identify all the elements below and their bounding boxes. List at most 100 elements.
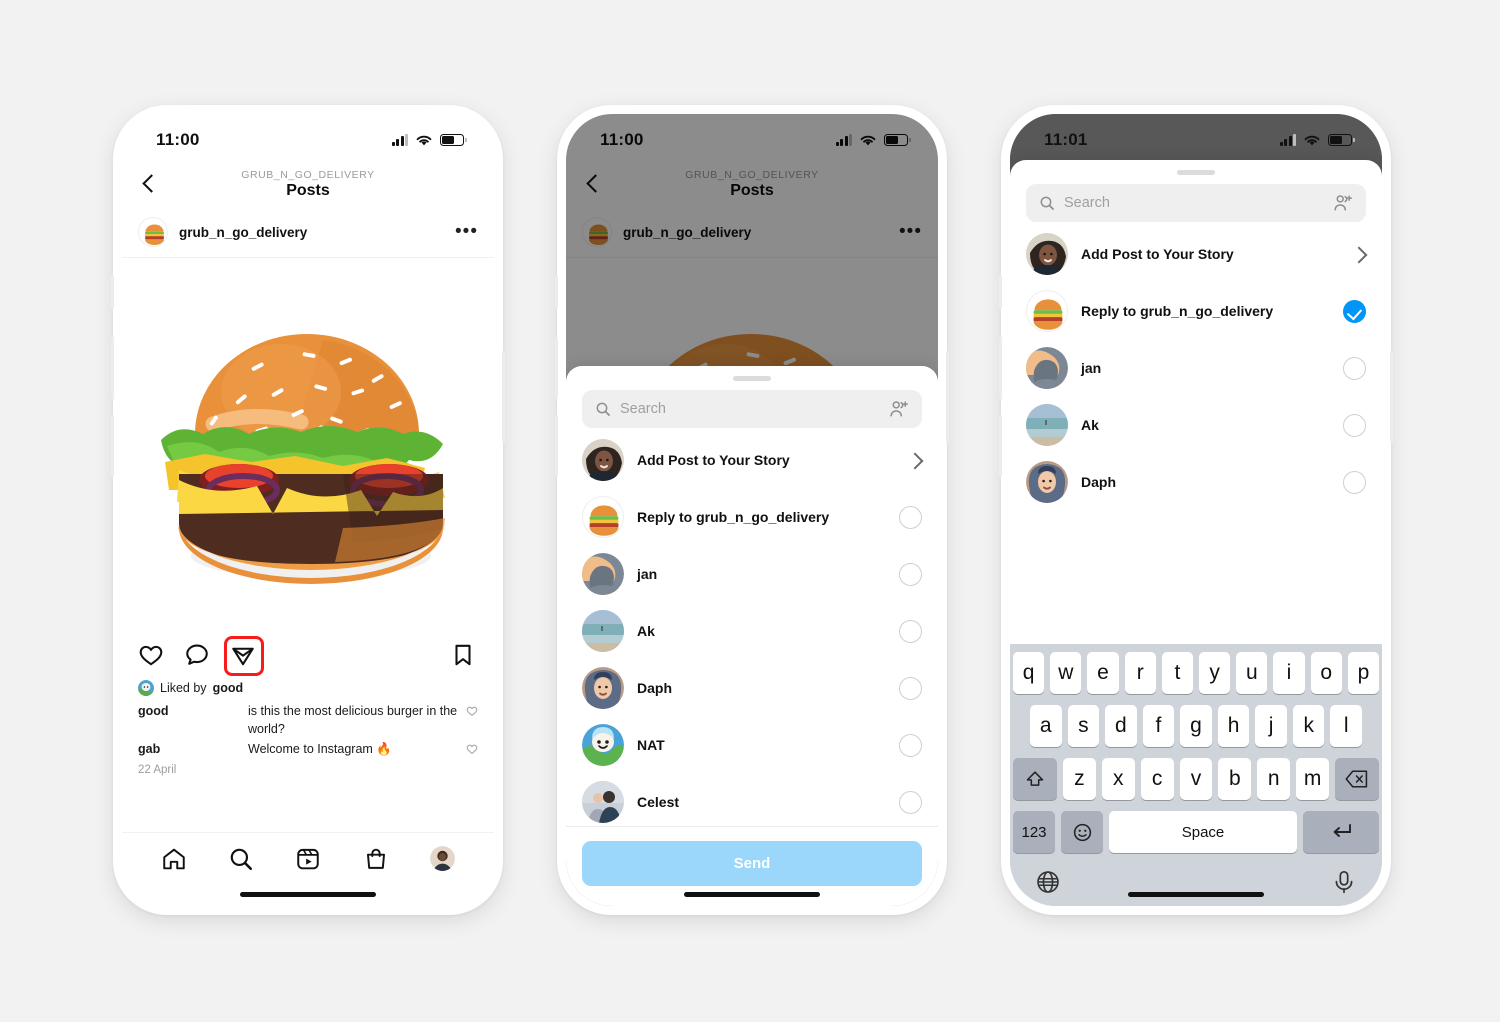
key-v[interactable]: v — [1179, 758, 1213, 800]
list-item[interactable]: Ak — [1010, 397, 1382, 454]
list-item[interactable]: Add Post to Your Story — [566, 432, 938, 489]
send-button[interactable]: Send — [582, 841, 922, 886]
list-item[interactable]: jan — [566, 546, 938, 603]
phone-power-button[interactable] — [946, 351, 949, 443]
liked-by-user[interactable]: good — [213, 681, 244, 695]
phone-volume-up-button[interactable] — [111, 337, 114, 399]
heart-icon[interactable] — [138, 642, 166, 670]
list-item[interactable]: Ak — [566, 603, 938, 660]
key-h[interactable]: h — [1217, 705, 1250, 747]
key-g[interactable]: g — [1180, 705, 1212, 747]
phone-mute-switch[interactable] — [999, 275, 1002, 309]
share-paper-plane-icon[interactable] — [224, 636, 264, 676]
phone-volume-up-button[interactable] — [555, 337, 558, 399]
shop-icon[interactable] — [363, 846, 389, 872]
select-radio[interactable] — [899, 562, 922, 586]
back-chevron-icon[interactable] — [138, 173, 160, 195]
list-item[interactable]: Celest — [566, 774, 938, 827]
key-x[interactable]: x — [1101, 758, 1135, 800]
select-radio[interactable] — [899, 619, 922, 643]
home-icon[interactable] — [161, 846, 187, 872]
microphone-icon[interactable] — [1331, 869, 1357, 895]
key-n[interactable]: n — [1257, 758, 1291, 800]
key-u[interactable]: u — [1236, 652, 1268, 694]
phone-mute-switch[interactable] — [555, 275, 558, 309]
key-o[interactable]: o — [1310, 652, 1342, 694]
beach-photo-avatar — [582, 610, 624, 652]
reels-icon[interactable] — [295, 846, 321, 872]
backspace-icon[interactable] — [1335, 758, 1380, 800]
shift-arrow-icon[interactable] — [1013, 758, 1057, 800]
select-radio[interactable] — [1343, 413, 1366, 437]
search-input[interactable] — [620, 400, 880, 417]
phone-volume-down-button[interactable] — [555, 415, 558, 477]
select-radio[interactable] — [1343, 470, 1366, 494]
phone-mute-switch[interactable] — [111, 275, 114, 309]
redaction-block — [679, 797, 696, 808]
numbers-key[interactable]: 123 — [1013, 811, 1055, 853]
key-w[interactable]: w — [1050, 652, 1082, 694]
key-l[interactable]: l — [1330, 705, 1363, 747]
add-people-icon[interactable] — [1333, 194, 1353, 212]
select-radio-selected[interactable] — [1343, 299, 1366, 323]
globe-icon[interactable] — [1035, 869, 1061, 895]
chevron-right-icon[interactable] — [907, 453, 922, 468]
return-arrow-icon[interactable] — [1303, 811, 1379, 853]
key-z[interactable]: z — [1063, 758, 1096, 800]
profile-avatar[interactable] — [430, 846, 456, 871]
key-i[interactable]: i — [1273, 652, 1305, 694]
search-bar[interactable] — [582, 389, 922, 428]
list-item[interactable]: Reply to grub_n_go_delivery — [566, 489, 938, 546]
search-icon[interactable] — [228, 846, 254, 872]
key-j[interactable]: j — [1255, 705, 1287, 747]
key-b[interactable]: b — [1218, 758, 1252, 800]
key-c[interactable]: c — [1140, 758, 1174, 800]
select-radio[interactable] — [899, 790, 922, 814]
key-p[interactable]: p — [1347, 652, 1380, 694]
phone-volume-down-button[interactable] — [111, 415, 114, 477]
emoji-smiley-icon[interactable] — [1061, 811, 1103, 853]
select-radio[interactable] — [899, 505, 922, 529]
add-people-icon[interactable] — [889, 400, 909, 418]
list-item[interactable]: Reply to grub_n_go_delivery — [1010, 283, 1382, 340]
search-bar[interactable] — [1026, 183, 1366, 222]
phone-power-button[interactable] — [502, 351, 505, 443]
key-r[interactable]: r — [1124, 652, 1156, 694]
heart-icon[interactable] — [466, 743, 478, 755]
key-d[interactable]: d — [1105, 705, 1137, 747]
sheet-drag-handle[interactable] — [1177, 170, 1215, 175]
select-radio[interactable] — [899, 676, 922, 700]
list-item[interactable]: Add Post to Your Story — [1010, 226, 1382, 283]
list-item[interactable]: NAT — [566, 717, 938, 774]
key-e[interactable]: e — [1087, 652, 1119, 694]
list-item[interactable]: Daph — [566, 660, 938, 717]
chevron-right-icon[interactable] — [1351, 247, 1366, 262]
phone-volume-up-button[interactable] — [999, 337, 1002, 399]
comment-username[interactable]: good — [138, 702, 244, 720]
post-author-row[interactable]: grub_n_go_delivery ••• — [122, 208, 494, 258]
search-input[interactable] — [1064, 194, 1324, 211]
list-item[interactable]: jan — [1010, 340, 1382, 397]
more-options-icon[interactable]: ••• — [455, 222, 478, 241]
bookmark-icon[interactable] — [450, 642, 478, 670]
comment-username[interactable]: gab — [138, 740, 244, 758]
space-key[interactable]: Space — [1109, 811, 1297, 853]
key-y[interactable]: y — [1199, 652, 1231, 694]
key-f[interactable]: f — [1142, 705, 1175, 747]
select-radio[interactable] — [899, 733, 922, 757]
redaction-block — [1101, 363, 1128, 374]
list-item: gab Welcome to Instagram 🔥 — [138, 739, 478, 759]
key-k[interactable]: k — [1292, 705, 1325, 747]
key-a[interactable]: a — [1029, 705, 1062, 747]
select-radio[interactable] — [1343, 356, 1366, 380]
phone-volume-down-button[interactable] — [999, 415, 1002, 477]
key-t[interactable]: t — [1161, 652, 1193, 694]
sheet-drag-handle[interactable] — [733, 376, 771, 381]
key-s[interactable]: s — [1067, 705, 1100, 747]
comment-bubble-icon[interactable] — [184, 642, 212, 670]
key-q[interactable]: q — [1012, 652, 1045, 694]
heart-icon[interactable] — [466, 705, 478, 717]
key-m[interactable]: m — [1296, 758, 1330, 800]
phone-power-button[interactable] — [1390, 351, 1393, 443]
list-item[interactable]: Daph — [1010, 454, 1382, 511]
